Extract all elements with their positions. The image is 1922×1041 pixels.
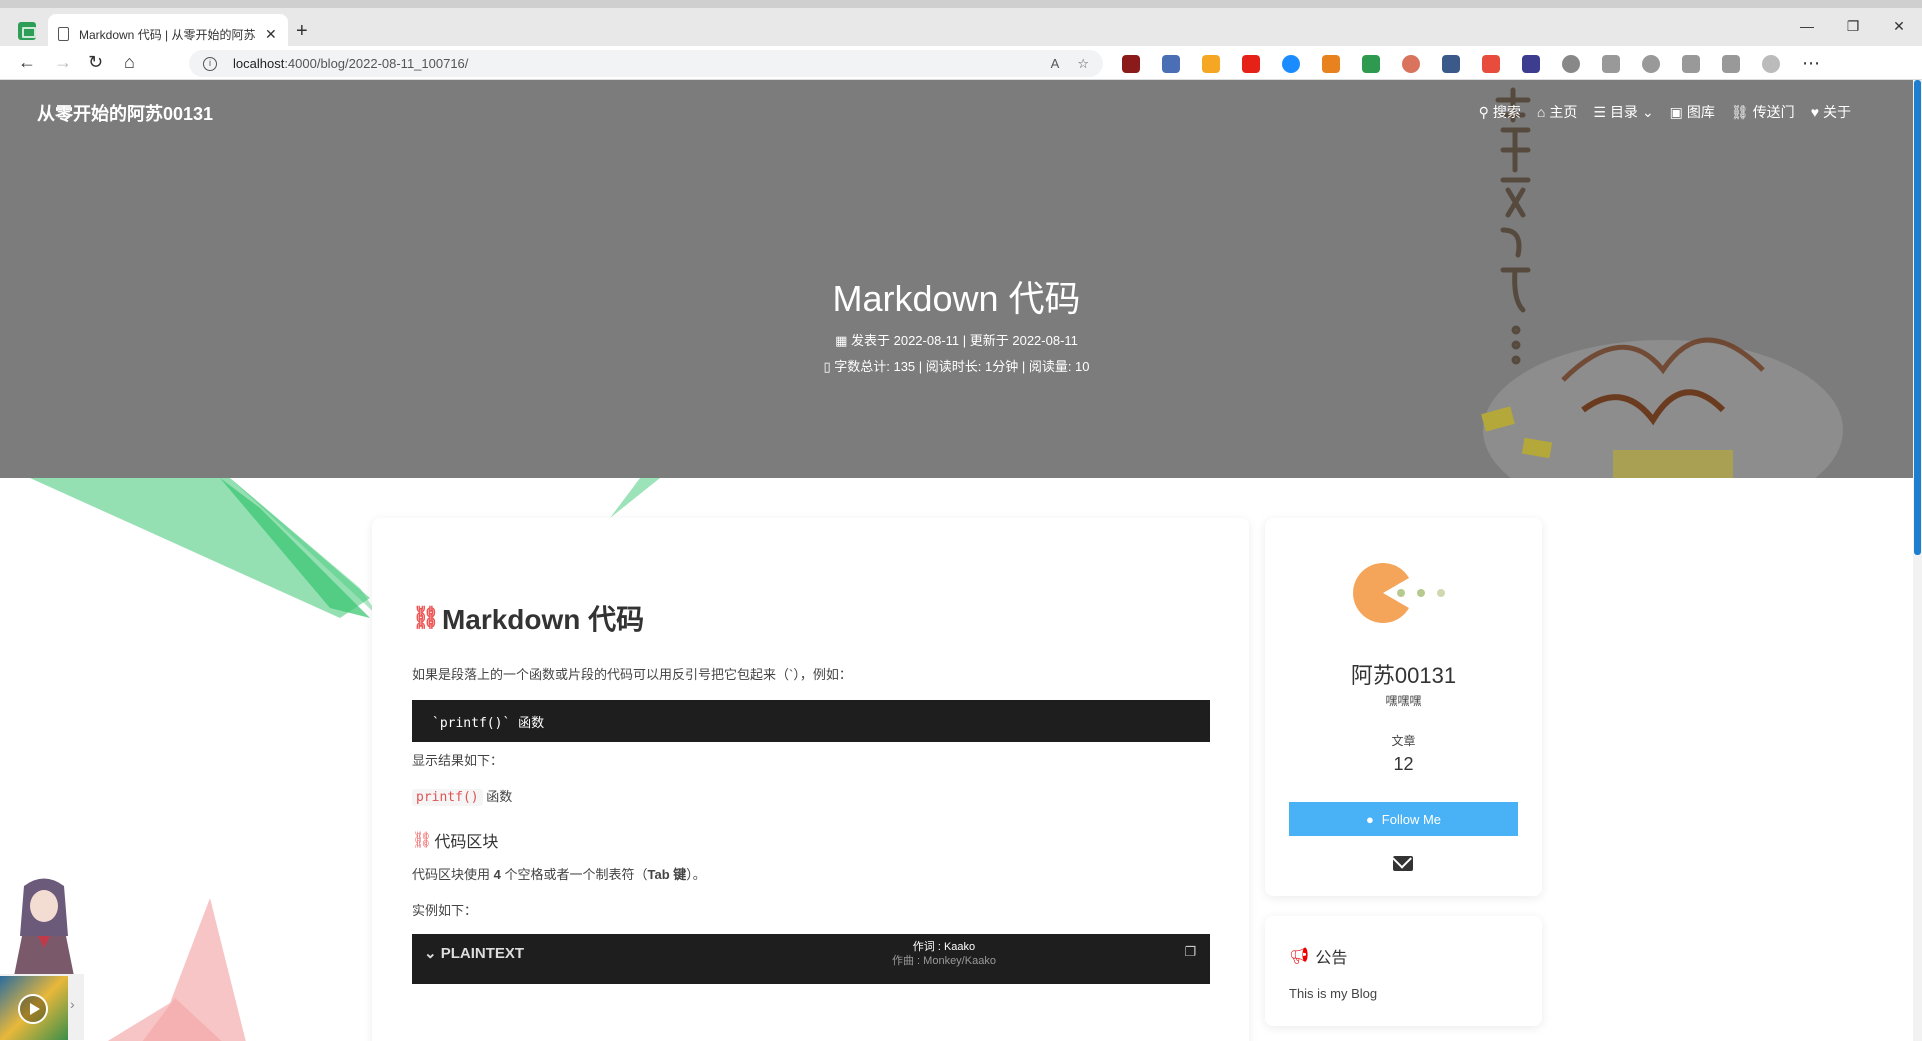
chevron-down-icon: ⌄: [424, 945, 441, 962]
announcement-title: 📢︎ 公告: [1289, 948, 1348, 967]
announcement-text: This is my Blog: [1289, 986, 1378, 1001]
favorite-star-icon[interactable]: ☆: [1077, 56, 1089, 72]
post-title: Markdown 代码: [832, 278, 1081, 319]
post-hero-banner: 从零开始的阿苏00131 ⚲ 搜索 ⌂ 主页 ☰ 目录 ⌄ ▣ 图库 ⛓ 传送门 ♥ 关于 M…: [0, 80, 1913, 478]
collections-icon[interactable]: [1722, 54, 1740, 73]
nav-catalog[interactable]: ☰ 目录 ⌄: [1593, 102, 1653, 122]
anchor-link-icon[interactable]: ⛓: [412, 830, 432, 850]
performance-icon[interactable]: [1682, 54, 1700, 73]
pdf-extension-icon[interactable]: [1482, 54, 1500, 73]
site-info-icon[interactable]: i: [203, 56, 217, 71]
article-count-label[interactable]: 文章: [1265, 732, 1542, 749]
copy-icon[interactable]: ❐: [1184, 944, 1196, 960]
close-window-icon[interactable]: ✕: [1876, 18, 1922, 35]
inline-code-result: printf() 函数: [412, 786, 512, 806]
live2d-mascot[interactable]: [8, 876, 80, 976]
result-label: 显示结果如下：: [412, 753, 504, 768]
top-navigation: ⚲ 搜索 ⌂ 主页 ☰ 目录 ⌄ ▣ 图库 ⛓ 传送门 ♥ 关于: [1479, 102, 1851, 122]
example-label: 实例如下：: [412, 903, 478, 918]
play-icon[interactable]: [18, 994, 48, 1024]
metamask-icon[interactable]: [1322, 54, 1340, 73]
document-icon: [58, 27, 69, 41]
anchor-link-icon[interactable]: ⛓: [412, 605, 440, 631]
site-name[interactable]: 从零开始的阿苏00131: [37, 100, 213, 126]
read-aloud-icon[interactable]: A: [1051, 56, 1060, 72]
announcement-card: 📢︎ 公告 This is my Blog: [1265, 916, 1542, 1026]
list-extension-icon[interactable]: [1442, 54, 1460, 73]
author-profile-card: 阿苏00131 嘿嘿嘿 文章 12 ● Follow Me: [1265, 518, 1542, 896]
section-heading-code-block: ⛓ 代码区块: [412, 830, 499, 851]
search-icon: ⚲: [1478, 103, 1489, 120]
post-meta-dates: ▦ 发表于 2022-08-11 | 更新于 2022-08-11: [835, 333, 1078, 348]
sheets-app-icon[interactable]: [18, 22, 36, 40]
browser-tabbar: Markdown 代码 | 从零开始的阿苏 ✕ + — ❐ ✕: [0, 0, 1922, 54]
code-block-description: 代码区块使用 4 个空格或者一个制表符（Tab 键）。: [412, 867, 706, 882]
code-example-block: `printf()` 函数: [412, 700, 1210, 742]
nav-portal[interactable]: ⛓ 传送门: [1731, 102, 1795, 122]
puzzle-extensions-icon[interactable]: [1562, 54, 1580, 73]
minimize-icon[interactable]: —: [1784, 18, 1830, 35]
github-icon: ●: [1365, 811, 1374, 827]
music-player: ›: [0, 974, 84, 1040]
code-language-toggle[interactable]: ⌄ PLAINTEXT: [424, 944, 524, 962]
close-tab-icon[interactable]: ✕: [265, 26, 277, 43]
intro-paragraph: 如果是段落上的一个函数或片段的代码可以用反引号把它包起来（`），例如：: [412, 667, 852, 682]
face-extension-icon[interactable]: [1402, 54, 1420, 73]
follow-me-button[interactable]: ● Follow Me: [1289, 802, 1518, 836]
new-tab-icon[interactable]: +: [296, 20, 308, 43]
back-icon[interactable]: ←: [18, 52, 36, 73]
tab-title: Markdown 代码 | 从零开始的阿苏: [79, 27, 255, 42]
floating-lyrics: 作词 : Kaako 作曲 : Monkey/Kaako: [892, 941, 996, 967]
save-extension-icon[interactable]: [1162, 54, 1180, 73]
file-icon: ▯: [823, 359, 835, 374]
reload-icon[interactable]: ↻: [88, 52, 103, 73]
email-icon[interactable]: [1393, 856, 1413, 871]
nav-search[interactable]: ⚲ 搜索: [1479, 102, 1521, 122]
nav-gallery[interactable]: ▣ 图库: [1670, 102, 1715, 122]
page-scrollbar[interactable]: [1913, 80, 1922, 1041]
nav-home[interactable]: ⌂ 主页: [1537, 102, 1577, 122]
ia-extension-icon[interactable]: [1522, 54, 1540, 73]
calendar-icon: ▦: [835, 333, 851, 348]
url-input[interactable]: i localhost:4000/blog/2022-08-11_100716/…: [189, 50, 1103, 77]
youtube-extension-icon[interactable]: [1242, 54, 1260, 73]
profile-avatar-icon[interactable]: [1762, 54, 1780, 73]
home-icon: ⌂: [1536, 104, 1546, 120]
image-extension-icon[interactable]: [1202, 54, 1220, 73]
post-meta-stats: ▯ 字数总计: 135 | 阅读时长: 1分钟 | 阅读量: 10: [823, 359, 1090, 374]
article-heading: ⛓ Markdown 代码: [412, 604, 645, 635]
url-text: localhost:4000/blog/2022-08-11_100716/: [233, 56, 469, 71]
chevron-down-icon: ⌄: [1641, 103, 1654, 120]
ublock-icon[interactable]: [1122, 54, 1140, 73]
grid-extension-icon[interactable]: [1362, 54, 1380, 73]
author-bio: 嘿嘿嘿: [1385, 694, 1422, 708]
author-name: 阿苏00131: [1350, 663, 1457, 688]
address-bar-row: ← → ↻ ⌂ i localhost:4000/blog/2022-08-11…: [0, 46, 1922, 80]
favorites-icon[interactable]: [1602, 54, 1620, 73]
link-icon: ⛓: [1730, 103, 1749, 120]
code-block-header: ⌄ PLAINTEXT 作词 : Kaako 作曲 : Monkey/Kaako …: [412, 934, 1210, 984]
megaphone-icon: 📢︎: [1289, 948, 1310, 965]
list-icon: ☰: [1593, 103, 1606, 120]
page-viewport: 从零开始的阿苏00131 ⚲ 搜索 ⌂ 主页 ☰ 目录 ⌄ ▣ 图库 ⛓ 传送门 ♥ 关于 M…: [0, 80, 1922, 1041]
avatar: [1353, 563, 1445, 623]
restore-icon[interactable]: ❐: [1830, 18, 1876, 35]
image-icon: ▣: [1669, 103, 1683, 120]
article-card: ⛓ Markdown 代码 如果是段落上的一个函数或片段的代码可以用反引号把它包…: [372, 518, 1249, 1041]
forward-icon[interactable]: →: [54, 52, 72, 73]
album-cover: [0, 976, 68, 1040]
article-count-value[interactable]: 12: [1265, 754, 1542, 775]
nav-about[interactable]: ♥ 关于: [1811, 102, 1851, 122]
more-menu-icon[interactable]: ⋯: [1802, 53, 1820, 74]
lightning-extension-icon[interactable]: [1282, 54, 1300, 73]
window-controls: — ❐ ✕: [1784, 18, 1922, 35]
extensions-toolbar: ⋯: [1122, 53, 1820, 74]
history-icon[interactable]: [1642, 54, 1660, 73]
heart-icon: ♥: [1810, 104, 1819, 120]
chevron-right-icon[interactable]: ›: [70, 996, 75, 1012]
home-browser-icon[interactable]: ⌂: [124, 52, 135, 73]
